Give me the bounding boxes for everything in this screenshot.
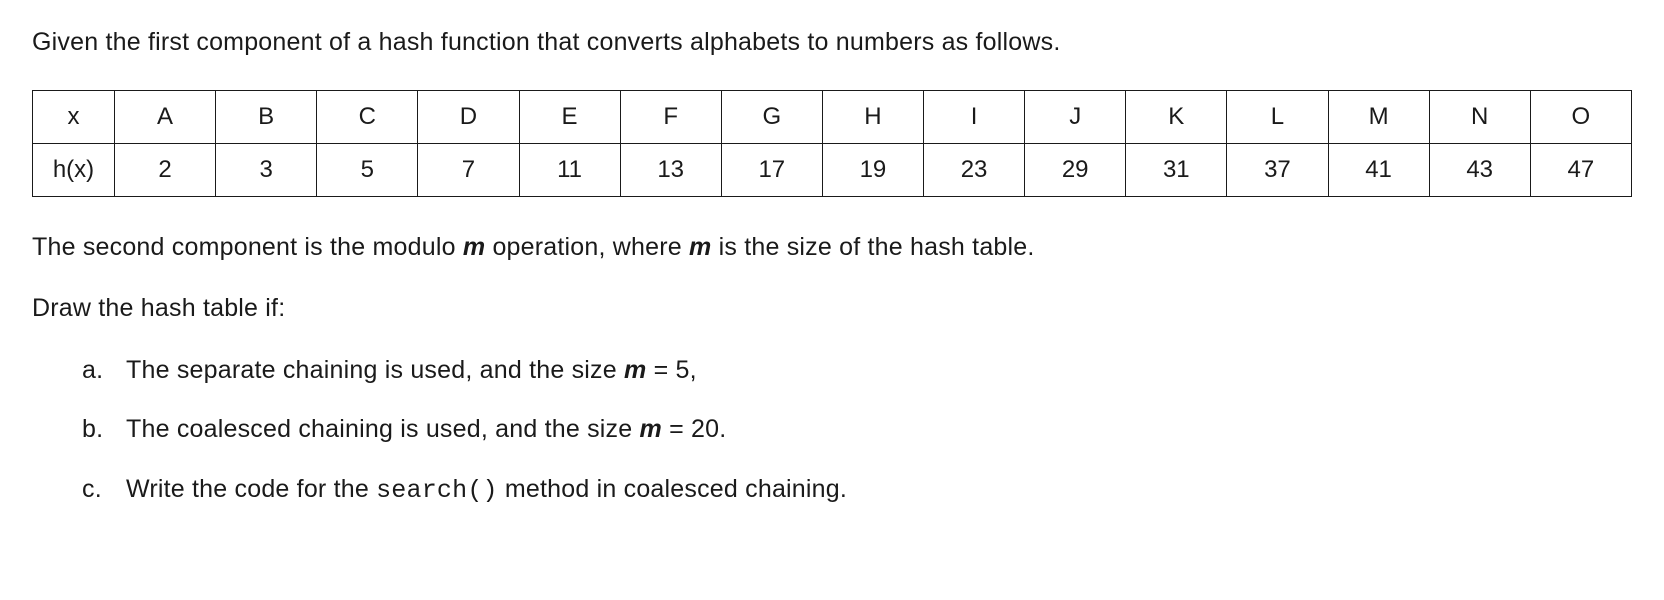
variable-m: m bbox=[689, 233, 711, 261]
table-cell: 2 bbox=[115, 143, 216, 196]
table-cell: E bbox=[519, 90, 620, 143]
item-a-pre: The separate chaining is used, and the s… bbox=[126, 356, 624, 384]
table-cell: G bbox=[721, 90, 822, 143]
item-b-content: The coalesced chaining is used, and the … bbox=[126, 411, 1632, 449]
variable-m: m bbox=[624, 356, 646, 384]
table-row-values: h(x) 2 3 5 7 11 13 17 19 23 29 31 37 41 … bbox=[33, 143, 1632, 196]
modulo-paragraph: The second component is the modulo m ope… bbox=[32, 229, 1632, 267]
table-cell: 43 bbox=[1429, 143, 1530, 196]
table-cell: O bbox=[1530, 90, 1631, 143]
table-cell: A bbox=[115, 90, 216, 143]
table-row-keys: x A B C D E F G H I J K L M N O bbox=[33, 90, 1632, 143]
variable-m: m bbox=[639, 415, 661, 443]
question-list: a. The separate chaining is used, and th… bbox=[32, 352, 1632, 510]
row-label-hx: h(x) bbox=[33, 143, 115, 196]
table-cell: 37 bbox=[1227, 143, 1328, 196]
table-cell: H bbox=[822, 90, 923, 143]
table-cell: 31 bbox=[1126, 143, 1227, 196]
table-cell: 11 bbox=[519, 143, 620, 196]
item-b-pre: The coalesced chaining is used, and the … bbox=[126, 415, 639, 443]
code-search: search() bbox=[376, 476, 498, 505]
table-cell: N bbox=[1429, 90, 1530, 143]
list-item: c. Write the code for the search() metho… bbox=[82, 471, 1632, 510]
para2-pre: The second component is the modulo bbox=[32, 233, 463, 261]
table-cell: M bbox=[1328, 90, 1429, 143]
table-cell: 23 bbox=[924, 143, 1025, 196]
list-marker-b: b. bbox=[82, 411, 126, 449]
intro-paragraph: Given the first component of a hash func… bbox=[32, 24, 1632, 62]
para2-post1: operation, where bbox=[485, 233, 689, 261]
table-cell: 29 bbox=[1025, 143, 1126, 196]
table-cell: 5 bbox=[317, 143, 418, 196]
item-a-content: The separate chaining is used, and the s… bbox=[126, 352, 1632, 390]
list-marker-a: a. bbox=[82, 352, 126, 390]
item-a-post: = 5, bbox=[646, 356, 696, 384]
item-c-pre: Write the code for the bbox=[126, 475, 376, 503]
table-cell: 19 bbox=[822, 143, 923, 196]
table-cell: K bbox=[1126, 90, 1227, 143]
item-c-post: method in coalesced chaining. bbox=[498, 475, 847, 503]
variable-m: m bbox=[463, 233, 485, 261]
table-cell: L bbox=[1227, 90, 1328, 143]
para2-post2: is the size of the hash table. bbox=[711, 233, 1034, 261]
table-cell: J bbox=[1025, 90, 1126, 143]
table-cell: 47 bbox=[1530, 143, 1631, 196]
table-cell: 7 bbox=[418, 143, 519, 196]
list-marker-c: c. bbox=[82, 471, 126, 509]
hash-function-table: x A B C D E F G H I J K L M N O h(x) 2 3… bbox=[32, 90, 1632, 197]
table-cell: 41 bbox=[1328, 143, 1429, 196]
item-b-post: = 20. bbox=[662, 415, 726, 443]
table-cell: I bbox=[924, 90, 1025, 143]
list-item: b. The coalesced chaining is used, and t… bbox=[82, 411, 1632, 449]
row-label-x: x bbox=[33, 90, 115, 143]
table-cell: C bbox=[317, 90, 418, 143]
draw-paragraph: Draw the hash table if: bbox=[32, 290, 1632, 328]
list-item: a. The separate chaining is used, and th… bbox=[82, 352, 1632, 390]
table-cell: 17 bbox=[721, 143, 822, 196]
item-c-content: Write the code for the search() method i… bbox=[126, 471, 1632, 510]
table-cell: B bbox=[216, 90, 317, 143]
table-cell: 3 bbox=[216, 143, 317, 196]
table-cell: D bbox=[418, 90, 519, 143]
table-cell: F bbox=[620, 90, 721, 143]
table-cell: 13 bbox=[620, 143, 721, 196]
